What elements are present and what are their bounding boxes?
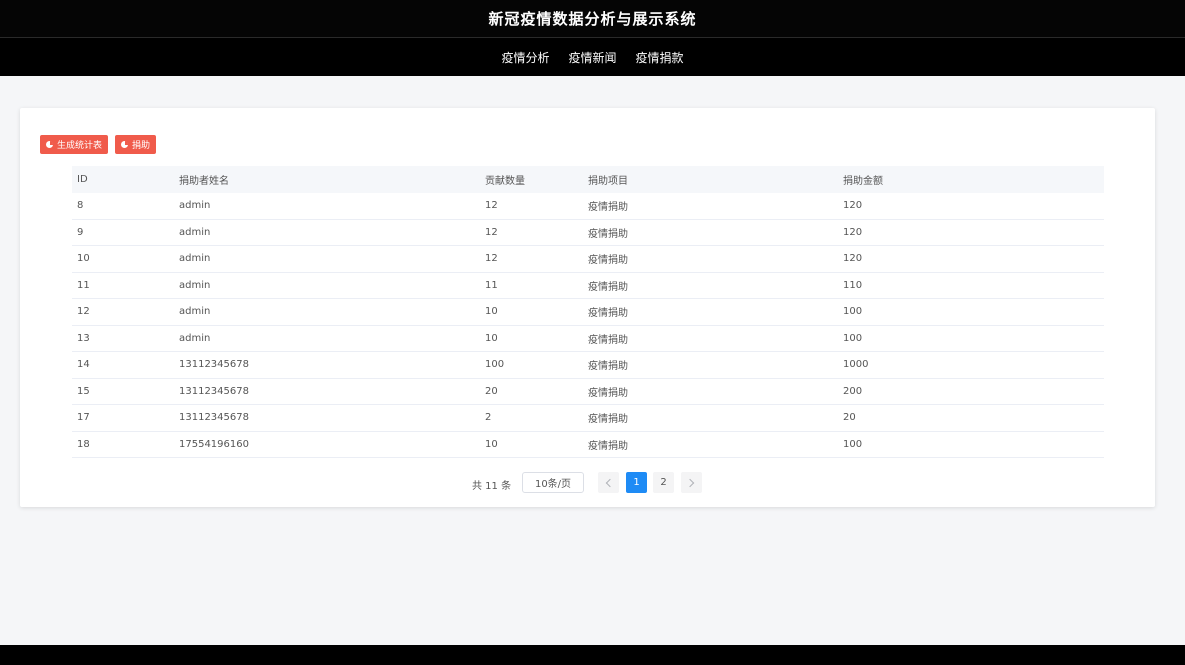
cell-project: 疫情捐助 (588, 281, 628, 293)
column-header-donor-name: 捐助者姓名 (179, 176, 229, 187)
nav-item-news[interactable]: 疫情新闻 (568, 49, 616, 66)
cell-project: 疫情捐助 (588, 440, 628, 452)
cell-donor-name: 13112345678 (179, 412, 249, 424)
donation-table: ID 捐助者姓名 贡献数量 捐助项目 捐助金额 8 admin 12 疫情捐助 120 9… (72, 166, 1104, 458)
page-button-1[interactable]: 1 (626, 472, 647, 493)
cell-project: 疫情捐助 (588, 228, 628, 240)
table-row: 12 admin 10 疫情捐助 100 (72, 299, 1104, 326)
table-row: 11 admin 11 疫情捐助 110 (72, 273, 1104, 299)
cell-project: 疫情捐助 (588, 334, 628, 346)
cell-amount: 110 (843, 279, 863, 291)
table-row: 18 17554196160 10 疫情捐助 100 (72, 432, 1104, 458)
cell-id: 10 (77, 253, 90, 265)
cell-id: 17 (77, 412, 90, 424)
cell-id: 8 (77, 200, 84, 212)
table-row: 14 13112345678 100 疫情捐助 1000 (72, 352, 1104, 379)
footer-bar (0, 645, 1185, 665)
cell-donor-name: admin (179, 279, 211, 291)
cell-quantity: 12 (485, 226, 498, 238)
cell-project: 疫情捐助 (588, 255, 628, 267)
table-row: 9 admin 12 疫情捐助 120 (72, 220, 1104, 246)
pagination-total: 共 11 条 (472, 481, 512, 492)
cell-amount: 120 (843, 253, 863, 265)
table-row: 8 admin 12 疫情捐助 120 (72, 193, 1104, 220)
cell-project: 疫情捐助 (588, 361, 628, 373)
generate-stats-label: 生成统计表 (57, 141, 103, 151)
table-row: 10 admin 12 疫情捐助 120 (72, 246, 1104, 273)
cell-amount: 100 (843, 438, 863, 450)
cell-amount: 120 (843, 226, 863, 238)
cell-quantity: 10 (485, 332, 498, 344)
table-row: 13 admin 10 疫情捐助 100 (72, 326, 1104, 352)
cell-amount: 100 (843, 332, 863, 344)
cell-project: 疫情捐助 (588, 414, 628, 426)
cell-quantity: 2 (485, 412, 492, 424)
table-row: 17 13112345678 2 疫情捐助 20 (72, 405, 1104, 432)
pie-chart-icon (46, 141, 53, 148)
page-button-2[interactable]: 2 (653, 472, 674, 493)
cell-amount: 120 (843, 200, 863, 212)
cell-id: 11 (77, 279, 90, 291)
chevron-right-icon (685, 478, 695, 487)
cell-amount: 200 (843, 385, 863, 397)
cell-donor-name: admin (179, 306, 211, 318)
column-header-quantity: 贡献数量 (485, 176, 525, 187)
cell-donor-name: admin (179, 200, 211, 212)
cell-project: 疫情捐助 (588, 202, 628, 214)
page-size-select[interactable]: 10条/页 (522, 472, 584, 493)
cell-project: 疫情捐助 (588, 387, 628, 399)
cell-donor-name: 13112345678 (179, 385, 249, 397)
cell-donor-name: 13112345678 (179, 359, 249, 371)
cell-quantity: 12 (485, 200, 498, 212)
generate-stats-button[interactable]: 生成统计表 (40, 135, 109, 154)
top-nav: 疫情分析 疫情新闻 疫情捐款 (0, 37, 1185, 76)
app-title-bar: 新冠疫情数据分析与展示系统 (0, 0, 1185, 37)
chevron-left-icon (605, 478, 615, 487)
next-page-button[interactable] (681, 472, 702, 493)
column-header-amount: 捐助金额 (843, 176, 883, 187)
cell-id: 15 (77, 385, 90, 397)
table-row: 15 13112345678 20 疫情捐助 200 (72, 379, 1104, 405)
cell-quantity: 10 (485, 438, 498, 450)
cell-quantity: 20 (485, 385, 498, 397)
column-header-project: 捐助项目 (588, 176, 628, 187)
cell-quantity: 100 (485, 359, 505, 371)
cell-quantity: 11 (485, 279, 498, 291)
nav-item-analysis[interactable]: 疫情分析 (501, 49, 549, 66)
cell-project: 疫情捐助 (588, 308, 628, 320)
cell-donor-name: admin (179, 226, 211, 238)
pagination: 共 11 条 10条/页 1 2 (0, 472, 1185, 494)
cell-quantity: 12 (485, 253, 498, 265)
cell-id: 18 (77, 438, 90, 450)
cell-amount: 100 (843, 306, 863, 318)
cell-id: 13 (77, 332, 90, 344)
cell-amount: 1000 (843, 359, 869, 371)
nav-item-donation[interactable]: 疫情捐款 (636, 49, 684, 66)
donate-button[interactable]: 捐助 (115, 135, 157, 154)
cell-id: 12 (77, 306, 90, 318)
app-title: 新冠疫情数据分析与展示系统 (488, 10, 697, 28)
donate-label: 捐助 (132, 141, 151, 151)
prev-page-button[interactable] (598, 472, 619, 493)
cell-amount: 20 (843, 412, 856, 424)
column-header-id: ID (77, 174, 88, 185)
table-body: 8 admin 12 疫情捐助 120 9 admin 12 疫情捐助 120 10 admin 12 疫… (72, 193, 1104, 458)
pie-chart-icon (121, 141, 128, 148)
cell-quantity: 10 (485, 306, 498, 318)
table-header: ID 捐助者姓名 贡献数量 捐助项目 捐助金额 (72, 166, 1104, 193)
cell-id: 9 (77, 226, 84, 238)
cell-donor-name: admin (179, 253, 211, 265)
cell-donor-name: admin (179, 332, 211, 344)
cell-donor-name: 17554196160 (179, 438, 249, 450)
cell-id: 14 (77, 359, 90, 371)
